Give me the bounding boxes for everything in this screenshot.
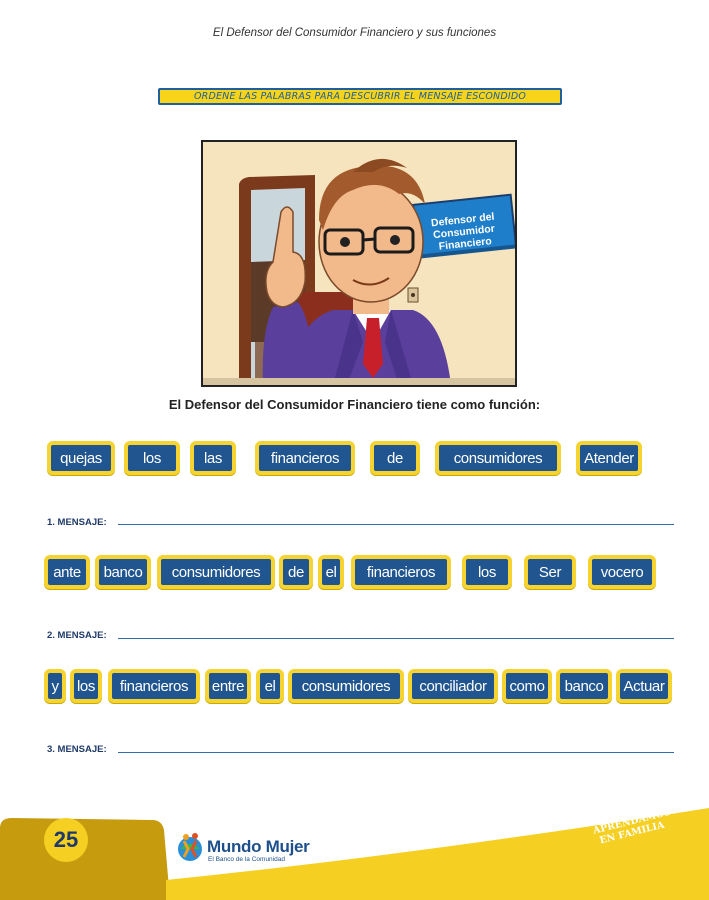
word-tile[interactable]: financieros (255, 441, 355, 475)
word-tile[interactable]: financieros (108, 669, 200, 703)
word-tile[interactable]: ante (44, 555, 90, 589)
footer-background (0, 808, 709, 900)
word-tile[interactable]: vocero (588, 555, 656, 589)
word-tile[interactable]: como (502, 669, 552, 703)
word-row-3: y los financieros entre el consumidores … (0, 669, 709, 709)
page-number: 25 (44, 818, 88, 862)
message-1-label: 1. MENSAJE: (47, 517, 107, 528)
activity-subtitle: El Defensor del Consumidor Financiero ti… (168, 397, 541, 412)
logo-tagline: El Banco de la Comunidad (208, 856, 285, 863)
message-1-answer-line[interactable] (118, 524, 674, 525)
message-2-answer-line[interactable] (118, 638, 674, 639)
word-tile[interactable]: los (70, 669, 102, 703)
word-tile[interactable]: consumidores (288, 669, 404, 703)
logo-brand-name: Mundo Mujer (207, 837, 310, 856)
word-row-2: ante banco consumidores de el financiero… (0, 555, 709, 595)
word-tile[interactable]: banco (95, 555, 151, 589)
page-header-title: El Defensor del Consumidor Financiero y … (212, 27, 497, 39)
message-3-label: 3. MENSAJE: (47, 744, 107, 755)
message-2-label: 2. MENSAJE: (47, 630, 107, 641)
word-tile[interactable]: financieros (351, 555, 451, 589)
word-tile[interactable]: los (124, 441, 180, 475)
word-tile[interactable]: entre (205, 669, 251, 703)
word-tile[interactable]: consumidores (157, 555, 275, 589)
word-tile[interactable]: Ser (524, 555, 576, 589)
word-tile[interactable]: los (462, 555, 512, 589)
message-3-answer-line[interactable] (118, 752, 674, 753)
word-tile[interactable]: Atender (576, 441, 642, 475)
mundo-mujer-logo-icon (178, 833, 202, 861)
word-tile[interactable]: de (370, 441, 420, 475)
word-row-1: quejas los las financieros de consumidor… (0, 441, 709, 481)
word-tile[interactable]: el (256, 669, 284, 703)
word-tile[interactable]: de (279, 555, 313, 589)
word-tile[interactable]: las (190, 441, 236, 475)
illustration-frame: Defensor del Consumidor Financiero (201, 140, 517, 387)
word-tile[interactable]: el (318, 555, 344, 589)
instruction-banner: ORDENE LAS PALABRAS PARA DESCUBRIR EL ME… (158, 88, 562, 105)
word-tile[interactable]: y (44, 669, 66, 703)
defensor-illustration (203, 142, 515, 385)
word-tile[interactable]: consumidores (435, 441, 561, 475)
word-tile[interactable]: conciliador (408, 669, 498, 703)
word-tile[interactable]: quejas (47, 441, 115, 475)
word-tile[interactable]: banco (556, 669, 612, 703)
word-tile[interactable]: Actuar (616, 669, 672, 703)
